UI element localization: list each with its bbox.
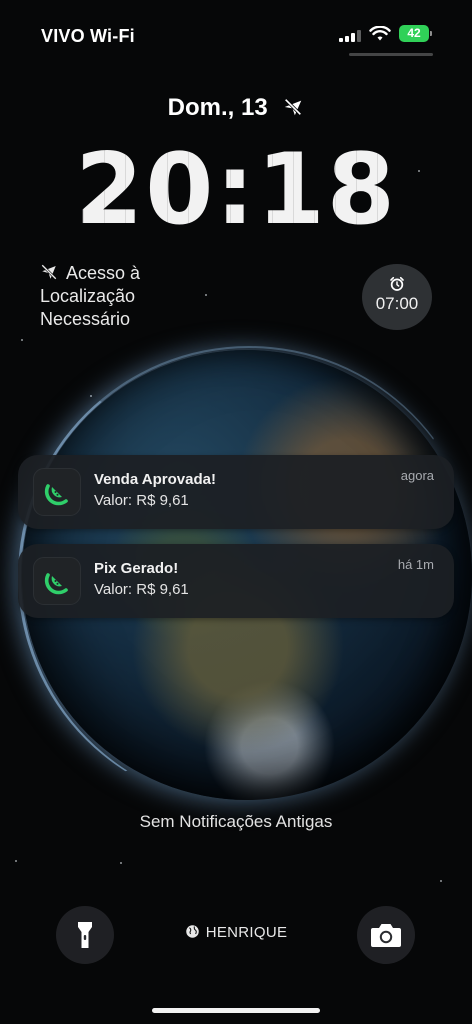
notification-title: Pix Gerado!	[94, 560, 179, 577]
location-widget[interactable]: Acesso à Localização Necessário	[40, 262, 140, 331]
alarm-clock-icon	[390, 276, 404, 291]
notification-card[interactable]: Pix Gerado! Valor: R$ 9,61 há 1m	[18, 544, 454, 618]
home-indicator[interactable]	[152, 1008, 320, 1013]
carrier-label: VIVO Wi-Fi	[41, 26, 135, 46]
notification-title: Venda Aprovada!	[94, 471, 216, 488]
notification-time: há 1m	[397, 557, 434, 572]
alarm-widget[interactable]: 07:00	[362, 264, 432, 330]
date-text: Dom., 13	[167, 94, 268, 121]
location-widget-line2: Localização	[40, 286, 136, 306]
status-bar: VIVO Wi-Fi 42	[0, 0, 472, 60]
notification-body: Valor: R$ 9,61	[94, 581, 189, 598]
signal-bars-icon	[339, 30, 361, 42]
notification-body: Valor: R$ 9,61	[94, 492, 189, 509]
date-label: Dom., 13	[0, 94, 472, 122]
camera-icon	[371, 924, 401, 947]
app-icon	[33, 468, 81, 516]
location-widget-line1: Acesso à	[66, 263, 141, 283]
no-older-notifications-label: Sem Notificações Antigas	[139, 812, 333, 831]
airplane-off-icon	[284, 98, 302, 116]
green-slice-logo-icon	[44, 573, 68, 595]
notification-time: agora	[400, 468, 434, 483]
globe-icon	[185, 925, 199, 938]
lock-screen-clock: 20:18	[0, 133, 472, 247]
camera-button[interactable]	[357, 906, 415, 964]
wifi-icon	[369, 26, 391, 41]
green-slice-logo-icon	[44, 484, 68, 506]
notification-center-handle[interactable]	[349, 53, 433, 56]
location-widget-line3: Necessário	[40, 309, 131, 329]
notification-card[interactable]: Venda Aprovada! Valor: R$ 9,61 agora	[18, 455, 454, 529]
app-icon	[33, 557, 81, 605]
owner-name: HENRIQUE	[205, 924, 288, 941]
alarm-time: 07:00	[375, 294, 419, 313]
location-off-icon	[41, 264, 57, 280]
battery-charging-icon: 42	[399, 25, 432, 42]
